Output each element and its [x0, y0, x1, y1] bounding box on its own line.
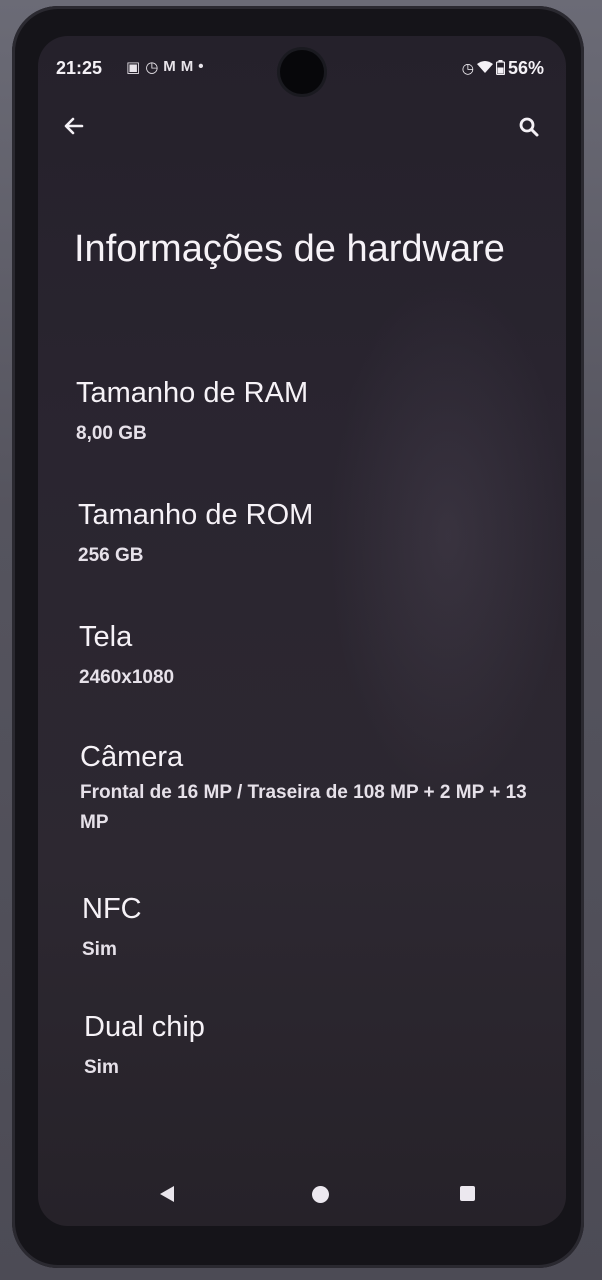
- item-label: NFC: [82, 893, 142, 925]
- item-label: Tamanho de ROM: [78, 499, 314, 531]
- hardware-info-list: Tamanho de RAM 8,00 GB Tamanho de ROM 25…: [76, 374, 546, 1126]
- search-icon: [519, 117, 539, 137]
- triangle-back-icon[interactable]: [160, 1186, 174, 1202]
- list-item-rom[interactable]: Tamanho de ROM 256 GB: [78, 496, 546, 618]
- item-label: Dual chip: [84, 1011, 205, 1043]
- circle-home-icon[interactable]: [312, 1186, 329, 1203]
- item-label: Tela: [79, 621, 133, 653]
- alarm-icon: ◷: [145, 59, 159, 76]
- item-label: Câmera: [80, 741, 184, 773]
- list-item-display[interactable]: Tela 2460x1080: [79, 618, 546, 738]
- item-value: Sim: [84, 1057, 119, 1078]
- navigation-bar: [38, 1162, 566, 1226]
- list-item-nfc[interactable]: NFC Sim: [82, 890, 546, 1008]
- item-value: 2460x1080: [79, 667, 175, 688]
- camera-cutout: [280, 50, 324, 94]
- square-recents-icon[interactable]: [460, 1186, 475, 1201]
- battery-percent: 56%: [507, 58, 544, 78]
- list-item-ram[interactable]: Tamanho de RAM 8,00 GB: [76, 374, 546, 496]
- item-value: Sim: [82, 939, 117, 960]
- page-title: Informações de hardware: [74, 228, 505, 270]
- alarm-icon: ◷: [461, 60, 474, 76]
- arrow-left-icon: [64, 117, 84, 135]
- status-bar: 21:25 ▣ ◷ M M • ◷ 56%: [38, 36, 566, 108]
- status-system-icons: ◷ 56%: [462, 58, 544, 79]
- top-app-bar: [38, 108, 566, 156]
- sim-card-icon: ▣: [126, 59, 141, 76]
- wifi-icon: [476, 60, 493, 77]
- gmail-icon: M: [163, 58, 176, 75]
- battery-icon: [495, 59, 506, 78]
- list-item-dual-chip[interactable]: Dual chip Sim: [84, 1008, 546, 1126]
- item-value: 256 GB: [78, 545, 144, 566]
- phone-frame: 21:25 ▣ ◷ M M • ◷ 56% Informações de har…: [12, 6, 584, 1268]
- gmail-icon: M: [180, 58, 194, 75]
- item-value: Frontal de 16 MP / Traseira de 108 MP + …: [80, 782, 527, 833]
- item-value: 8,00 GB: [76, 423, 147, 444]
- screen: 21:25 ▣ ◷ M M • ◷ 56% Informações de har…: [38, 36, 566, 1226]
- list-item-camera[interactable]: Câmera Frontal de 16 MP / Traseira de 10…: [80, 738, 546, 890]
- item-label: Tamanho de RAM: [76, 377, 309, 409]
- back-button[interactable]: [62, 108, 98, 144]
- search-button[interactable]: [518, 116, 548, 146]
- status-time: 21:25: [56, 58, 103, 78]
- dot-icon: •: [198, 58, 204, 75]
- status-notification-icons: ▣ ◷ M M •: [126, 58, 204, 76]
